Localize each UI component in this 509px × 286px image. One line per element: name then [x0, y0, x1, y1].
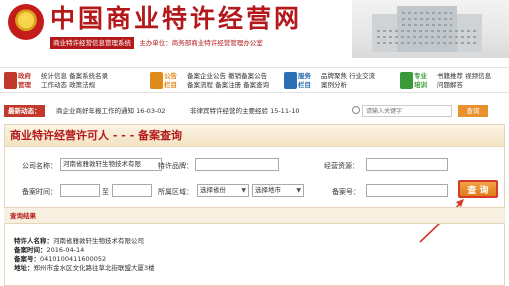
- news-item[interactable]: 非律宾特许经营的主要经验 15-11-10: [190, 105, 300, 117]
- brand-field[interactable]: [195, 158, 279, 171]
- nav-link[interactable]: 备案企业公告 撤销备案公告: [187, 72, 269, 81]
- news-bar: 最新动态： 商企业商好年报工作的通知 16-03-02 非律宾特许经营的主要经验…: [0, 102, 509, 120]
- search-icon: [352, 106, 360, 114]
- nav-links-training[interactable]: 书籍推荐 视频信息 问题解答: [437, 72, 491, 89]
- result-value: 河南省雅敦轩生物技术有限公司: [53, 237, 144, 245]
- gov-icon: [4, 72, 17, 89]
- sub-band: 商业特许经营信息管理系统 主办单位：商务部商业特许经营管理办公室: [50, 37, 263, 49]
- result-value: 0410100411600052: [40, 255, 107, 263]
- nav-link[interactable]: 工作动态 政策法规: [41, 81, 108, 90]
- nav-links-service[interactable]: 品牌聚焦 行业交流 案例分析: [321, 72, 375, 89]
- resource-label: 经营资源：: [324, 162, 359, 170]
- province-select[interactable]: 选择省份 ▼: [197, 184, 249, 197]
- nav-link[interactable]: 问题解答: [437, 81, 491, 90]
- national-emblem-icon: ★: [8, 4, 44, 40]
- result-value: 2016-04-14: [46, 246, 85, 254]
- result-value: 郑州市金水区文化路往草北街联盟大厦3楼: [33, 264, 155, 272]
- nav-link[interactable]: 案例分析: [321, 81, 375, 90]
- nav-links-gov[interactable]: 统计信息 备案系统名录 工作动态 政策法规: [41, 72, 108, 89]
- training-icon: [400, 72, 413, 89]
- site-title[interactable]: 中国商业特许经营网: [50, 4, 302, 34]
- record-no-label: 备案号：: [332, 188, 360, 196]
- notice-icon: [150, 72, 163, 89]
- result-label: 地址：: [14, 264, 34, 272]
- result-label: 备案号：: [14, 255, 40, 263]
- city-select-value: 选择地市: [255, 186, 281, 194]
- result-line-record: 备案号：0410100411600052: [14, 255, 106, 263]
- search-button[interactable]: 查询: [458, 105, 488, 117]
- date-to-label: 至: [102, 188, 109, 196]
- date-label: 备案时间：: [22, 188, 57, 196]
- company-label: 公司名称：: [22, 162, 57, 170]
- resource-field[interactable]: [366, 158, 448, 171]
- region-label: 所属区域：: [158, 188, 193, 196]
- sponsor-text: 主办单位：商务部商业特许经营管理办公室: [139, 39, 263, 47]
- result-line-date: 备案时间：2016-04-14: [14, 246, 84, 254]
- nav-category-gov: 政府 管理: [18, 72, 31, 89]
- nav-category-training: 专业 培训: [414, 72, 427, 89]
- result-label: 备案时间：: [14, 246, 47, 254]
- search-input[interactable]: [362, 105, 452, 117]
- nav-link[interactable]: 备案流程 备案注册 备案查询: [187, 81, 269, 90]
- nav-link[interactable]: 统计信息 备案系统名录: [41, 72, 108, 81]
- company-field[interactable]: 河南省雅敦轩生物技术有限: [60, 158, 162, 171]
- result-header: 查询结果: [4, 208, 505, 224]
- city-select[interactable]: 选择地市 ▼: [252, 184, 304, 197]
- nav-category-notice: 公告 栏目: [164, 72, 177, 89]
- service-icon: [284, 72, 297, 89]
- building-image: [352, 0, 509, 58]
- chevron-down-icon: ▼: [296, 187, 301, 194]
- result-line-address: 地址：郑州市金水区文化路往草北街联盟大厦3楼: [14, 264, 155, 272]
- result-label: 特许人名称：: [14, 237, 53, 245]
- news-item[interactable]: 商企业商好年报工作的通知 16-03-02: [56, 105, 166, 117]
- date-from-field[interactable]: [60, 184, 100, 197]
- province-select-value: 选择省份: [200, 186, 226, 194]
- nav-link[interactable]: 品牌聚焦 行业交流: [321, 72, 375, 81]
- nav-links-notice[interactable]: 备案企业公告 撤销备案公告 备案流程 备案注册 备案查询: [187, 72, 269, 89]
- system-subtitle: 商业特许经营信息管理系统: [50, 37, 134, 49]
- site-header: ★ 中国商业特许经营网 商业特许经营信息管理系统 主办单位：商务部商业特许经营管…: [0, 0, 509, 58]
- brand-label: 特许品牌：: [158, 162, 193, 170]
- main-nav: 政府 管理 统计信息 备案系统名录 工作动态 政策法规 公告 栏目 备案企业公告 撤…: [0, 67, 509, 93]
- result-line-name: 特许人名称：河南省雅敦轩生物技术有限公司: [14, 237, 144, 245]
- chevron-down-icon: ▼: [241, 187, 246, 194]
- nav-link[interactable]: 书籍推荐 视频信息: [437, 72, 491, 81]
- news-badge: 最新动态：: [4, 105, 45, 117]
- nav-category-service: 服务 栏目: [298, 72, 311, 89]
- date-to-field[interactable]: [112, 184, 152, 197]
- panel-title: 商业特许经营许可人 - - - 备案查询: [5, 125, 504, 147]
